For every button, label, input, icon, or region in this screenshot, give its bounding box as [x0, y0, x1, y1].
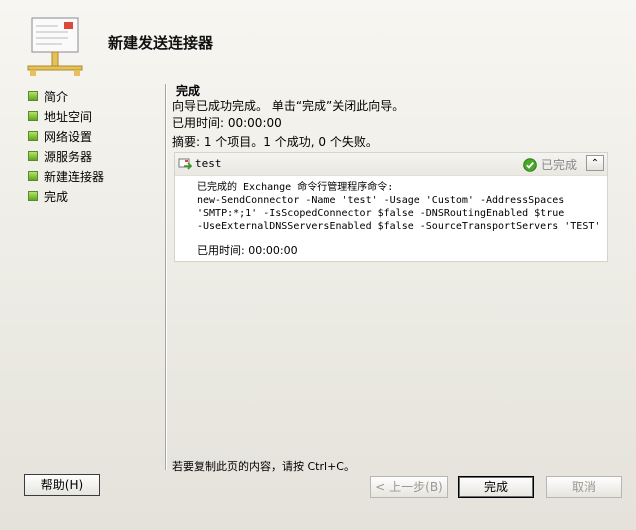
chevron-up-icon: ⌃ [590, 158, 600, 169]
nav-item-network-settings[interactable]: 网络设置 [28, 126, 104, 146]
nav-item-label: 新建连接器 [44, 169, 105, 184]
nav-item-source-server[interactable]: 源服务器 [28, 146, 104, 166]
step-bullet-icon [28, 171, 38, 181]
step-bullet-icon [28, 111, 38, 121]
help-button[interactable]: 帮助(H) [24, 474, 100, 496]
collapse-button[interactable]: ⌃ [586, 155, 604, 171]
connector-name: test [195, 157, 222, 170]
nav-item-label: 网络设置 [44, 129, 93, 144]
command-line: new-SendConnector -Name 'test' -Usage 'C… [197, 195, 565, 206]
command-output: 已完成的 Exchange 命令行管理程序命令: new-SendConnect… [197, 181, 600, 233]
status-indicator: 已完成 [523, 156, 577, 173]
connector-item-icon [178, 158, 192, 170]
result-panel: test 已完成 ⌃ 已完成的 Exchange 命令行管理程序命令: new-… [174, 152, 608, 262]
panel-elapsed-time: 已用时间: 00:00:00 [197, 244, 298, 257]
mail-connector-icon [27, 17, 83, 76]
step-bullet-icon [28, 131, 38, 141]
elapsed-time: 已用时间: 00:00:00 [172, 116, 282, 130]
copy-hint: 若要复制此页的内容，请按 Ctrl+C。 [172, 460, 355, 473]
nav-divider [165, 84, 166, 470]
back-button[interactable]: < 上一步(B) [370, 476, 448, 498]
nav-item-label: 简介 [44, 89, 69, 104]
result-panel-header: test 已完成 ⌃ [175, 153, 607, 176]
wizard-header: 新建发送连接器 [0, 0, 636, 80]
wizard-title: 新建发送连接器 [108, 34, 214, 52]
check-circle-icon [523, 157, 537, 172]
command-line: -UseExternalDNSServersEnabled $false -So… [197, 221, 601, 232]
nav-item-intro[interactable]: 简介 [28, 86, 104, 106]
step-bullet-icon [28, 191, 38, 201]
status-text: 已完成 [540, 158, 577, 172]
cancel-button[interactable]: 取消 [546, 476, 622, 498]
step-bullet-icon [28, 151, 38, 161]
summary-text: 摘要: 1 个项目。1 个成功, 0 个失败。 [172, 135, 378, 149]
nav-item-address-space[interactable]: 地址空间 [28, 106, 104, 126]
nav-item-label: 完成 [44, 189, 69, 204]
command-header: 已完成的 Exchange 命令行管理程序命令: [197, 182, 394, 193]
wizard-nav: 简介 地址空间 网络设置 源服务器 新建连接器 完成 [28, 86, 104, 206]
nav-item-complete[interactable]: 完成 [28, 186, 104, 206]
finish-button[interactable]: 完成 [458, 476, 534, 498]
step-bullet-icon [28, 91, 38, 101]
nav-item-new-connector[interactable]: 新建连接器 [28, 166, 104, 186]
nav-item-label: 源服务器 [44, 149, 93, 164]
nav-item-label: 地址空间 [44, 109, 93, 124]
success-text: 向导已成功完成。 单击“完成”关闭此向导。 [172, 99, 405, 113]
command-line: 'SMTP:*;1' -IsScopedConnector $false -DN… [197, 208, 565, 219]
